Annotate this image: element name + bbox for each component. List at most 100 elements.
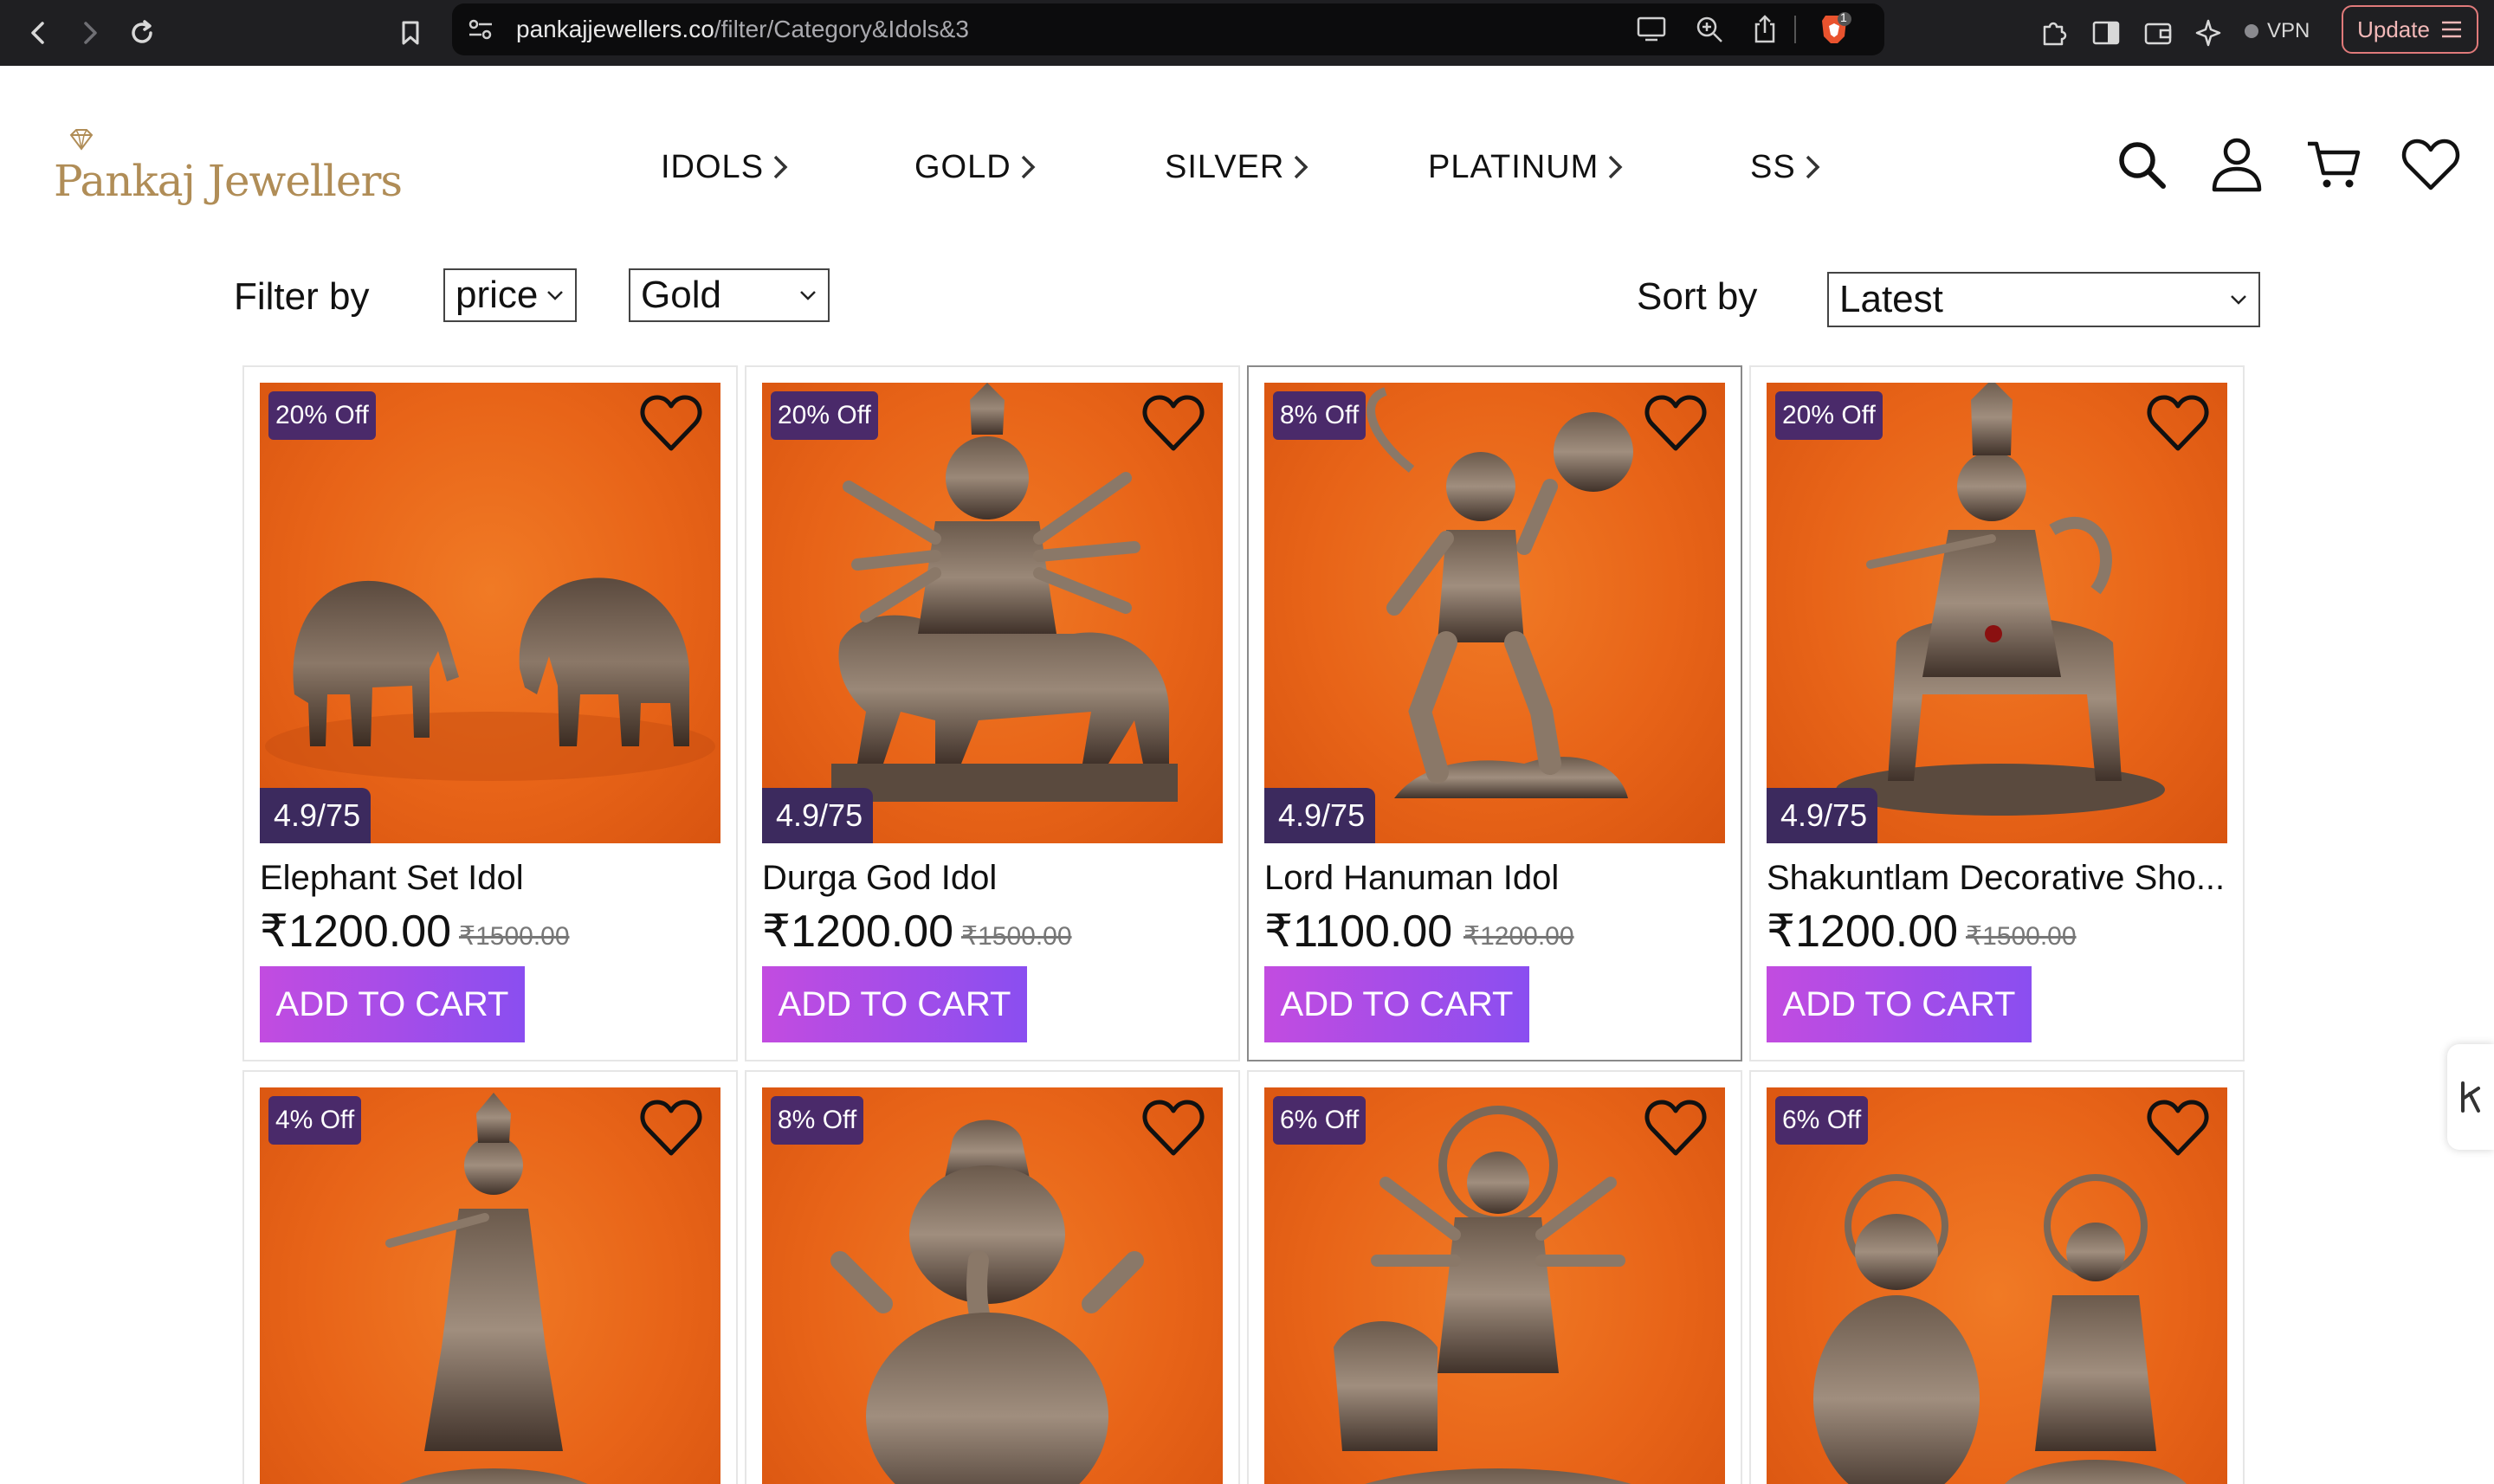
metal-select[interactable]: Gold xyxy=(629,268,830,322)
nav-silver[interactable]: SILVER xyxy=(1165,145,1310,189)
wishlist-icon[interactable] xyxy=(2400,134,2461,195)
rating-badge: 4.9/75 xyxy=(762,788,874,843)
forward-icon[interactable] xyxy=(69,12,111,54)
user-icon[interactable] xyxy=(2206,134,2267,195)
update-label: Update xyxy=(2357,16,2430,42)
discount-badge: 20% Off xyxy=(268,391,376,440)
heart-icon[interactable] xyxy=(1141,393,1205,454)
cast-icon[interactable] xyxy=(1635,14,1670,45)
nav-ss[interactable]: SS xyxy=(1750,145,1822,189)
address-bar[interactable]: pankajjewellers.co/filter/Category&Idols… xyxy=(452,3,1884,55)
chevron-right-icon xyxy=(1806,155,1820,179)
product-price: ₹1200.00 xyxy=(260,907,452,957)
price-select[interactable]: price xyxy=(443,268,577,322)
cart-icon[interactable] xyxy=(2303,134,2364,195)
product-card[interactable]: 8% Off 4.9/75 Lord Hanuman Idol ₹1100.00… xyxy=(1247,365,1742,1061)
reload-icon[interactable] xyxy=(121,12,163,54)
rating-badge: 4.9/75 xyxy=(1264,788,1376,843)
bookmark-icon[interactable] xyxy=(390,12,431,54)
chevron-down-icon xyxy=(2231,295,2246,305)
discount-badge: 4% Off xyxy=(268,1096,362,1145)
vpn-label: VPN xyxy=(2267,19,2310,42)
nav-platinum[interactable]: PLATINUM xyxy=(1428,145,1625,189)
product-card[interactable]: 4% Off xyxy=(242,1070,738,1484)
rating-badge: 4.9/75 xyxy=(1767,788,1878,843)
chevron-right-icon xyxy=(1609,155,1623,179)
add-to-cart-button[interactable]: ADD TO CART xyxy=(762,966,1027,1042)
widget-logo-icon xyxy=(2461,1081,2480,1113)
sort-select-value: Latest xyxy=(1839,278,1943,320)
nav-idols[interactable]: IDOLS xyxy=(661,145,790,189)
filter-by-label: Filter by xyxy=(234,275,370,318)
product-card[interactable]: 6% Off xyxy=(1247,1070,1742,1484)
product-old-price: ₹1500.00 xyxy=(459,922,570,951)
update-button[interactable]: Update xyxy=(2342,5,2478,54)
floating-widget-tab[interactable] xyxy=(2447,1044,2494,1150)
menu-icon xyxy=(2441,21,2461,38)
chevron-right-icon xyxy=(1021,155,1036,179)
heart-icon[interactable] xyxy=(1644,1098,1708,1158)
chevron-down-icon xyxy=(800,291,816,300)
product-name[interactable]: Shakuntlam Decorative Sho... xyxy=(1767,859,2225,898)
product-price: ₹1100.00 xyxy=(1264,907,1453,957)
product-card[interactable]: 8% Off xyxy=(745,1070,1240,1484)
product-name[interactable]: Durga God Idol xyxy=(762,859,997,898)
url-host: pankajjewellers.co xyxy=(516,16,714,42)
browser-toolbar: pankajjewellers.co/filter/Category&Idols… xyxy=(0,0,2494,66)
nav-gold-label: GOLD xyxy=(914,148,1011,185)
heart-icon[interactable] xyxy=(2146,393,2210,454)
discount-badge: 6% Off xyxy=(1273,1096,1367,1145)
price-select-value: price xyxy=(456,274,539,316)
heart-icon[interactable] xyxy=(639,393,703,454)
sort-select[interactable]: Latest xyxy=(1827,272,2260,327)
discount-badge: 20% Off xyxy=(1775,391,1883,440)
discount-badge: 6% Off xyxy=(1775,1096,1869,1145)
rating-badge: 4.9/75 xyxy=(260,788,372,843)
product-card[interactable]: 20% Off 4.9/75 Elephant Set Idol ₹1200.0… xyxy=(242,365,738,1061)
divider xyxy=(1794,16,1796,43)
add-to-cart-button[interactable]: ADD TO CART xyxy=(260,966,525,1042)
product-price: ₹1200.00 xyxy=(762,907,954,957)
zoom-icon[interactable] xyxy=(1694,14,1725,45)
heart-icon[interactable] xyxy=(2146,1098,2210,1158)
discount-badge: 8% Off xyxy=(1273,391,1367,440)
product-card[interactable]: 20% Off 4.9/75 Durga God Idol ₹1200.00 ₹… xyxy=(745,365,1240,1061)
product-card[interactable]: 6% Off xyxy=(1749,1070,2245,1484)
product-old-price: ₹1500.00 xyxy=(1966,922,2077,951)
heart-icon[interactable] xyxy=(1644,393,1708,454)
nav-silver-label: SILVER xyxy=(1165,148,1285,185)
wallet-icon[interactable] xyxy=(2137,12,2179,54)
vpn-button[interactable]: VPN xyxy=(2245,16,2310,47)
product-old-price: ₹1500.00 xyxy=(961,922,1072,951)
url-path: /filter/Category&Idols&3 xyxy=(714,16,969,42)
chevron-right-icon xyxy=(1295,155,1308,179)
product-old-price: ₹1200.00 xyxy=(1463,922,1574,951)
add-to-cart-button[interactable]: ADD TO CART xyxy=(1767,966,2032,1042)
nav-ss-label: SS xyxy=(1750,148,1796,185)
product-name[interactable]: Lord Hanuman Idol xyxy=(1264,859,1559,898)
search-icon[interactable] xyxy=(2111,134,2172,195)
chevron-down-icon xyxy=(547,291,563,300)
product-card[interactable]: 20% Off 4.9/75 Shakuntlam Decorative Sho… xyxy=(1749,365,2245,1061)
add-to-cart-button[interactable]: ADD TO CART xyxy=(1264,966,1529,1042)
leo-ai-icon[interactable] xyxy=(2187,12,2229,54)
heart-icon[interactable] xyxy=(1141,1098,1205,1158)
shield-count: 1 xyxy=(1840,10,1847,24)
sidebar-toggle-icon[interactable] xyxy=(2085,12,2127,54)
share-icon[interactable] xyxy=(1751,14,1779,45)
discount-badge: 8% Off xyxy=(771,1096,864,1145)
product-price: ₹1200.00 xyxy=(1767,907,1959,957)
site-settings-icon[interactable] xyxy=(466,16,495,43)
nav-gold[interactable]: GOLD xyxy=(914,145,1037,189)
heart-icon[interactable] xyxy=(639,1098,703,1158)
product-name[interactable]: Elephant Set Idol xyxy=(260,859,524,898)
brave-shield-icon[interactable]: 1 xyxy=(1815,10,1853,48)
back-icon[interactable] xyxy=(17,12,59,54)
chevron-right-icon xyxy=(773,155,788,179)
nav-idols-label: IDOLS xyxy=(661,148,765,185)
discount-badge: 20% Off xyxy=(771,391,878,440)
nav-platinum-label: PLATINUM xyxy=(1428,148,1599,185)
url-text: pankajjewellers.co/filter/Category&Idols… xyxy=(516,16,969,43)
extensions-icon[interactable] xyxy=(2033,12,2075,54)
vpn-status-dot xyxy=(2245,24,2258,38)
